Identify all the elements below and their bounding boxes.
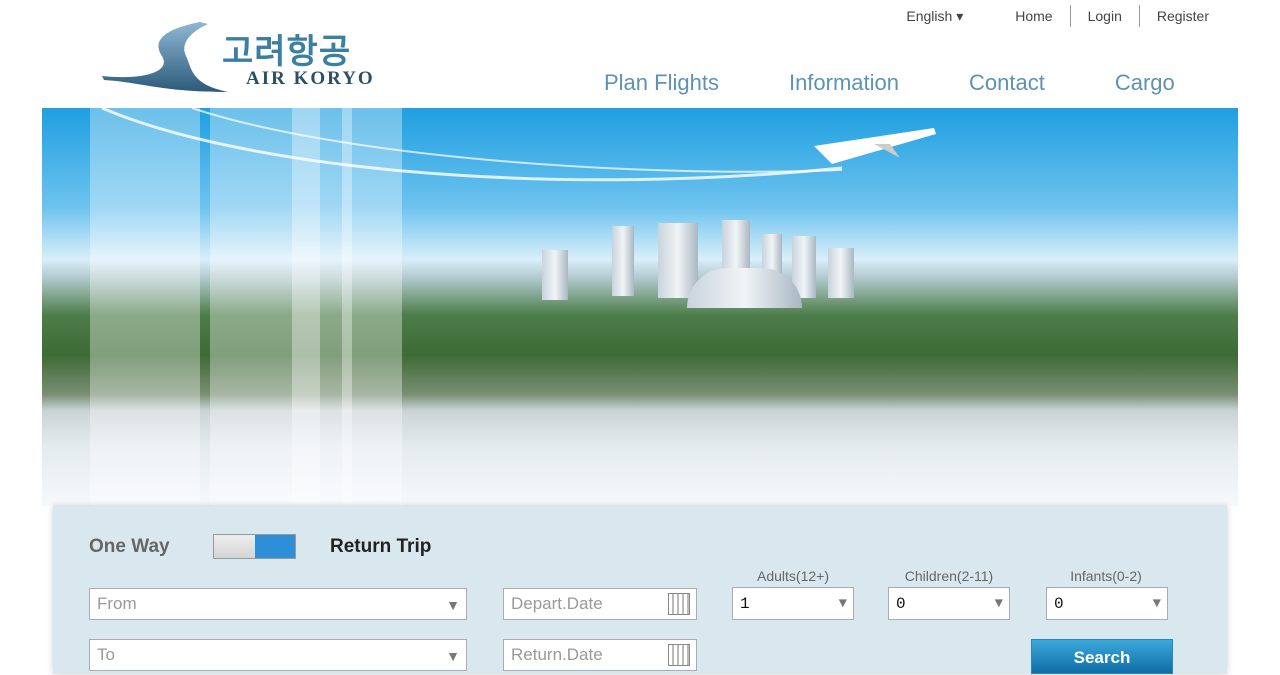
logo-korean: 고려항공	[222, 33, 352, 71]
nav-plan-flights[interactable]: Plan Flights	[604, 70, 719, 96]
chevron-down-icon: ▼	[1152, 596, 1161, 612]
infants-label: Infants(0-2)	[1070, 568, 1142, 584]
nav-cargo[interactable]: Cargo	[1115, 70, 1175, 96]
adults-value: 1	[740, 594, 750, 613]
to-select[interactable]: To ▼	[89, 639, 467, 671]
adults-select[interactable]: 1 ▼	[732, 587, 854, 620]
home-link[interactable]: Home	[998, 5, 1069, 27]
register-link[interactable]: Register	[1138, 5, 1226, 27]
children-value: 0	[896, 594, 906, 613]
return-trip-label[interactable]: Return Trip	[330, 536, 431, 558]
search-button[interactable]: Search	[1031, 639, 1173, 674]
language-select[interactable]: English ▾	[889, 5, 980, 27]
hero-banner	[42, 108, 1238, 506]
chevron-down-icon: ▼	[446, 597, 460, 613]
login-link[interactable]: Login	[1069, 5, 1139, 27]
top-links: English ▾ Home Login Register	[889, 5, 1226, 27]
depart-placeholder: Depart.Date	[511, 594, 603, 613]
logo-english: AIR KORYO	[246, 68, 375, 89]
main-nav: Plan Flights Information Contact Cargo	[604, 70, 1245, 96]
to-placeholder: To	[97, 645, 115, 664]
airplane-icon	[101, 108, 936, 182]
infants-select[interactable]: 0 ▼	[1046, 587, 1168, 620]
depart-date-input[interactable]: Depart.Date	[503, 588, 697, 620]
infants-value: 0	[1054, 594, 1064, 613]
crane-logo-icon	[102, 22, 228, 92]
from-select[interactable]: From ▼	[89, 588, 467, 620]
chevron-down-icon: ▼	[994, 596, 1003, 612]
adults-label: Adults(12+)	[757, 568, 829, 584]
trip-type-toggle[interactable]	[213, 534, 296, 559]
children-select[interactable]: 0 ▼	[888, 587, 1010, 620]
calendar-icon[interactable]	[668, 644, 690, 666]
chevron-down-icon: ▼	[446, 648, 460, 664]
nav-contact[interactable]: Contact	[969, 70, 1045, 96]
one-way-label[interactable]: One Way	[89, 536, 170, 558]
from-placeholder: From	[97, 594, 137, 613]
children-label: Children(2-11)	[904, 568, 994, 584]
calendar-icon[interactable]	[668, 593, 690, 615]
logo[interactable]: 고려항공 AIR KORYO	[100, 18, 400, 96]
return-placeholder: Return.Date	[511, 645, 603, 664]
chevron-down-icon: ▼	[838, 596, 847, 612]
nav-information[interactable]: Information	[789, 70, 899, 96]
return-date-input[interactable]: Return.Date	[503, 639, 697, 671]
